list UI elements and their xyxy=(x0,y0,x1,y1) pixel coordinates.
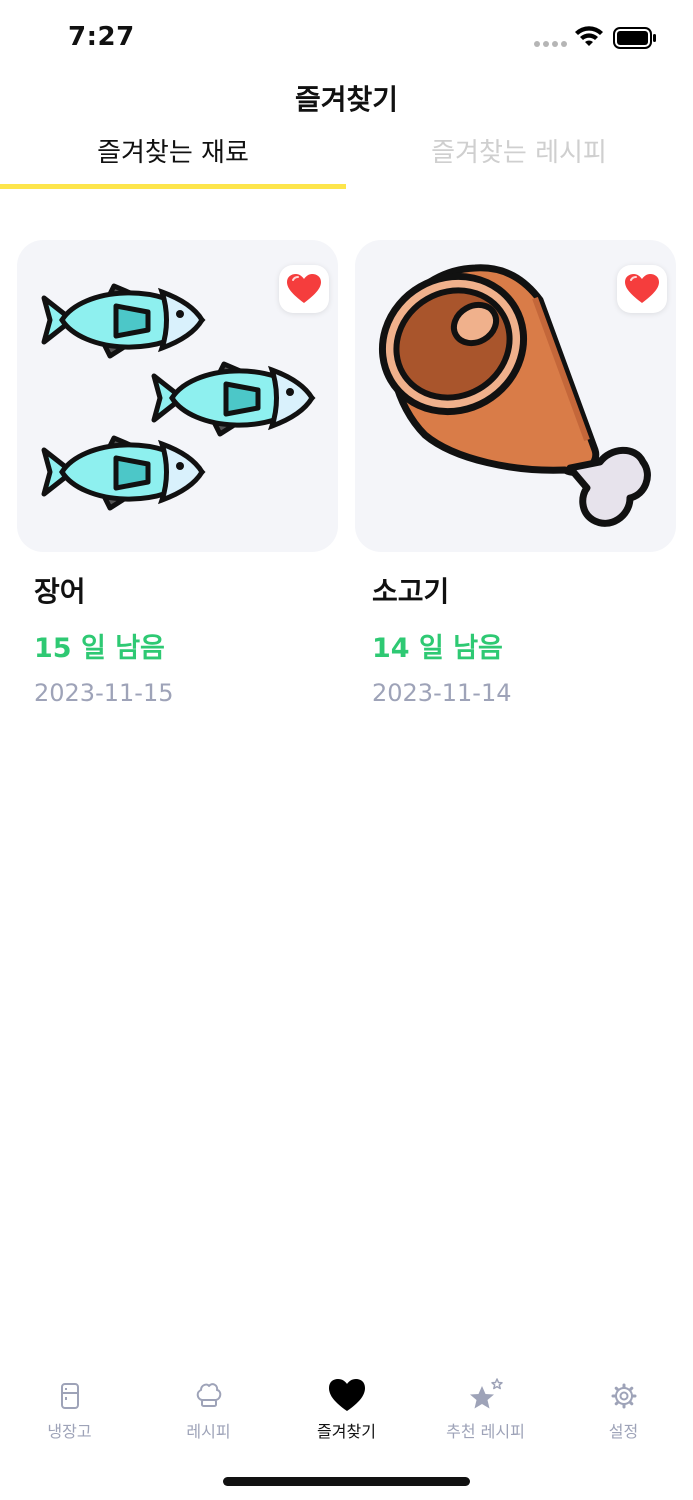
nav-item-recipes[interactable]: 레시피 xyxy=(139,1368,278,1448)
status-bar: 7:27 xyxy=(0,0,693,70)
nav-label: 설정 xyxy=(608,1422,639,1441)
heart-icon xyxy=(625,274,659,303)
tab-indicator xyxy=(0,184,346,189)
heart-icon xyxy=(328,1379,365,1411)
ingredient-card[interactable]: 소고기 14 일 남음 2023-11-14 xyxy=(355,240,676,707)
ingredient-image xyxy=(355,240,676,552)
days-remaining: 14 일 남음 xyxy=(372,633,503,664)
wifi-icon xyxy=(575,26,603,46)
days-remaining: 15 일 남음 xyxy=(34,633,165,664)
ingredient-card[interactable]: 장어 15 일 남음 2023-11-15 xyxy=(17,240,338,707)
bottom-tab-bar: 냉장고 레시피 즐겨찾기 추천 레시피 설정 xyxy=(0,1368,693,1448)
segment-tabs: 즐겨찾는 재료 즐겨찾는 레시피 xyxy=(0,130,693,190)
nav-label: 즐겨찾기 xyxy=(317,1422,376,1441)
ingredient-image xyxy=(17,240,338,552)
nav-item-recommended[interactable]: 추천 레시피 xyxy=(416,1368,555,1448)
heart-icon xyxy=(287,274,321,303)
favorite-button[interactable] xyxy=(617,265,667,313)
home-indicator[interactable] xyxy=(223,1477,470,1486)
fridge-icon xyxy=(60,1383,79,1409)
ingredient-name: 장어 xyxy=(34,575,86,608)
gear-icon xyxy=(611,1383,636,1409)
ingredient-name: 소고기 xyxy=(372,575,450,608)
nav-item-favorites[interactable]: 즐겨찾기 xyxy=(277,1368,416,1448)
signal-icon xyxy=(534,41,567,47)
favorite-button[interactable] xyxy=(279,265,329,313)
chef-hat-icon xyxy=(196,1383,221,1407)
nav-label: 레시피 xyxy=(186,1422,231,1441)
star-icon xyxy=(469,1378,503,1409)
nav-item-fridge[interactable]: 냉장고 xyxy=(0,1368,139,1448)
nav-label: 냉장고 xyxy=(47,1422,92,1441)
status-time: 7:27 xyxy=(68,22,135,52)
battery-icon xyxy=(613,27,656,49)
expiry-date: 2023-11-15 xyxy=(34,679,174,707)
nav-label: 추천 레시피 xyxy=(446,1422,525,1441)
expiry-date: 2023-11-14 xyxy=(372,679,512,707)
page-title: 즐겨찾기 xyxy=(294,83,399,116)
nav-item-settings[interactable]: 설정 xyxy=(554,1368,693,1448)
tab-favorite-recipes[interactable]: 즐겨찾는 레시피 xyxy=(346,130,692,190)
tab-favorite-ingredients[interactable]: 즐겨찾는 재료 xyxy=(0,130,346,190)
